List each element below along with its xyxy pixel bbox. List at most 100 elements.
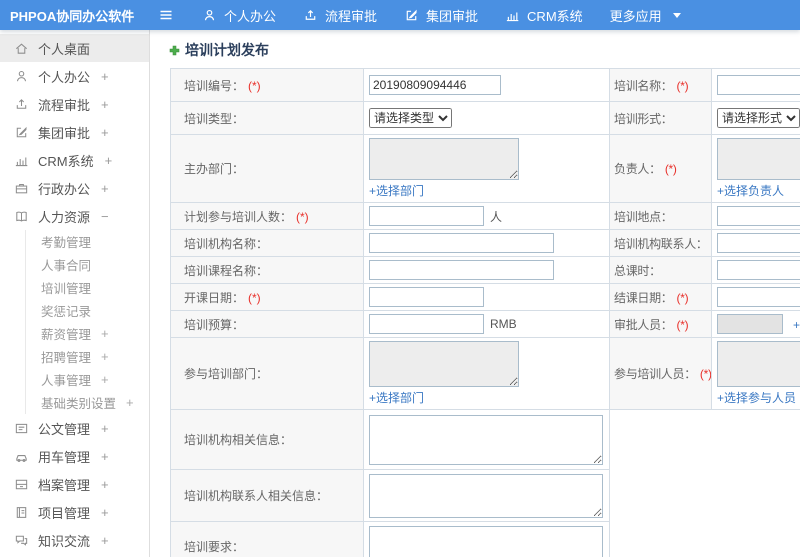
- start-date-input[interactable]: [369, 287, 484, 307]
- expand-toggle[interactable]: +: [105, 153, 113, 168]
- form-row: 培训要求：: [170, 521, 800, 557]
- sidebar-item-crm-system[interactable]: CRM系统 +: [0, 146, 149, 174]
- expand-toggle[interactable]: +: [126, 395, 134, 410]
- sidebar-item-admin-office[interactable]: 行政办公 +: [0, 174, 149, 202]
- org-info-textarea[interactable]: [369, 414, 603, 465]
- expand-toggle[interactable]: +: [101, 349, 109, 364]
- sidebar-subitem-training-mgmt[interactable]: 培训管理: [26, 276, 149, 299]
- select-dept-link[interactable]: +选择部门: [369, 391, 424, 405]
- sidebar-item-group-approval[interactable]: 集团审批 +: [0, 118, 149, 146]
- briefcase-icon: [14, 181, 29, 196]
- sidebar-subitem-salary-mgmt[interactable]: 薪资管理 +: [26, 322, 149, 345]
- participants-textarea[interactable]: [717, 341, 800, 387]
- sidebar-item-project-mgmt[interactable]: 项目管理 +: [0, 498, 149, 526]
- start-date-label: 开课日期： (*): [170, 283, 364, 311]
- sidebar-item-label: 个人办公: [38, 69, 91, 85]
- org-name-input[interactable]: [369, 233, 554, 253]
- sidebar-subitem-label: 薪资管理: [41, 328, 92, 342]
- org-contact-input[interactable]: [717, 233, 800, 253]
- select-participants-link[interactable]: +选择参与人员: [717, 391, 796, 405]
- label-text: 总课时：: [614, 263, 661, 278]
- sidebar-item-workflow-approval[interactable]: 流程审批 +: [0, 90, 149, 118]
- collapse-toggle[interactable]: −: [101, 209, 109, 224]
- label-text: 培训课程名称：: [184, 263, 269, 278]
- requirements-textarea[interactable]: [369, 525, 603, 557]
- sidebar-item-human-resources[interactable]: 人力资源 −: [0, 202, 149, 230]
- expand-toggle[interactable]: +: [101, 533, 109, 548]
- label-text: 培训类型：: [184, 111, 245, 126]
- sidebar-item-archive-mgmt[interactable]: 档案管理 +: [0, 470, 149, 498]
- form-row: 培训机构相关信息：: [170, 409, 800, 470]
- expand-toggle[interactable]: +: [101, 125, 109, 140]
- form-row: 培训类型： 请选择类型 培训形式： 请选择形式: [170, 101, 800, 135]
- sidebar-item-official-doc[interactable]: 公文管理 +: [0, 414, 149, 442]
- training-name-input[interactable]: [717, 75, 800, 95]
- select-approver-link[interactable]: +选择审批人员: [793, 316, 800, 333]
- label-text: 培训名称：: [614, 78, 673, 93]
- expand-toggle[interactable]: +: [101, 421, 109, 436]
- leader-label: 负责人： (*): [609, 134, 712, 203]
- planned-count-input[interactable]: [369, 206, 484, 226]
- nav-label: 集团审批: [426, 8, 479, 24]
- sidebar-subitem-label: 基础类别设置: [41, 397, 117, 411]
- select-dept-link[interactable]: +选择部门: [369, 184, 424, 198]
- sidebar-subitem-label: 人事合同: [41, 259, 92, 273]
- participate-dept-textarea[interactable]: [369, 341, 519, 387]
- training-no-input[interactable]: [369, 75, 501, 95]
- location-input[interactable]: [717, 206, 800, 226]
- training-form-select[interactable]: 请选择形式: [717, 108, 800, 128]
- sidebar-subitem-personnel-mgmt[interactable]: 人事管理 +: [26, 368, 149, 391]
- expand-toggle[interactable]: +: [101, 69, 109, 84]
- sidebar-subitem-reward-punish[interactable]: 奖惩记录: [26, 299, 149, 322]
- sidebar-subitem-label: 人事管理: [41, 374, 92, 388]
- host-dept-textarea[interactable]: [369, 138, 519, 180]
- expand-toggle[interactable]: +: [101, 449, 109, 464]
- training-type-select[interactable]: 请选择类型: [369, 108, 452, 128]
- org-contact-info-textarea[interactable]: [369, 473, 603, 518]
- select-leader-link[interactable]: +选择负责人: [717, 184, 784, 198]
- menu-toggle-icon[interactable]: [158, 7, 174, 23]
- approver-input[interactable]: [717, 314, 783, 334]
- label-text: 培训要求：: [184, 540, 245, 554]
- expand-toggle[interactable]: +: [101, 326, 109, 341]
- required-mark: (*): [248, 290, 261, 305]
- archive-icon: [14, 477, 29, 492]
- unit-suffix: 人: [490, 209, 503, 224]
- requirements-label: 培训要求：: [170, 521, 364, 557]
- sidebar-subitem-attendance[interactable]: 考勤管理: [26, 230, 149, 253]
- expand-toggle[interactable]: +: [101, 372, 109, 387]
- location-label: 培训地点：: [609, 202, 712, 230]
- expand-toggle[interactable]: +: [101, 181, 109, 196]
- label-text: 培训机构名称：: [184, 236, 269, 251]
- sidebar-item-knowledge[interactable]: 知识交流 +: [0, 526, 149, 554]
- sidebar-subitem-hr-contract[interactable]: 人事合同: [26, 253, 149, 276]
- expand-toggle[interactable]: +: [101, 477, 109, 492]
- training-name-label: 培训名称： (*): [609, 68, 712, 102]
- leader-textarea[interactable]: [717, 138, 800, 180]
- course-name-input[interactable]: [369, 260, 554, 280]
- form-row: 培训编号：(*) 培训名称：(*): [170, 68, 800, 102]
- top-nav: 个人办公 流程审批 集团审批 CRM系统 更多应用: [202, 6, 681, 25]
- nav-crm-system[interactable]: CRM系统: [505, 6, 583, 25]
- sidebar-item-personal-desktop[interactable]: 个人桌面: [0, 34, 149, 62]
- form-row: 参与培训部门： +选择部门 参与培训人员： (*) +选择参与人员: [170, 337, 800, 410]
- end-date-input[interactable]: [717, 287, 800, 307]
- label-text: 结课日期：: [614, 290, 673, 305]
- sidebar-item-vehicle-mgmt[interactable]: 用车管理 +: [0, 442, 149, 470]
- total-hours-input[interactable]: [717, 260, 800, 280]
- expand-toggle[interactable]: +: [101, 505, 109, 520]
- nav-workflow-approval[interactable]: 流程审批: [303, 6, 377, 25]
- label-text: 参与培训部门：: [184, 367, 269, 381]
- nav-more-apps[interactable]: 更多应用: [610, 6, 681, 25]
- sidebar-subitem-base-category[interactable]: 基础类别设置 +: [26, 391, 149, 414]
- nav-personal-office[interactable]: 个人办公: [202, 6, 276, 25]
- sidebar-subitem-recruit-mgmt[interactable]: 招聘管理 +: [26, 345, 149, 368]
- end-date-label: 结课日期： (*): [609, 283, 712, 311]
- sidebar-item-personal-office[interactable]: 个人办公 +: [0, 62, 149, 90]
- budget-input[interactable]: [369, 314, 484, 334]
- nav-group-approval[interactable]: 集团审批: [404, 6, 478, 25]
- label-text: 培训编号：: [184, 78, 245, 93]
- sidebar-subitem-label: 培训管理: [41, 282, 92, 296]
- label-text: 培训形式：: [614, 111, 673, 126]
- expand-toggle[interactable]: +: [101, 97, 109, 112]
